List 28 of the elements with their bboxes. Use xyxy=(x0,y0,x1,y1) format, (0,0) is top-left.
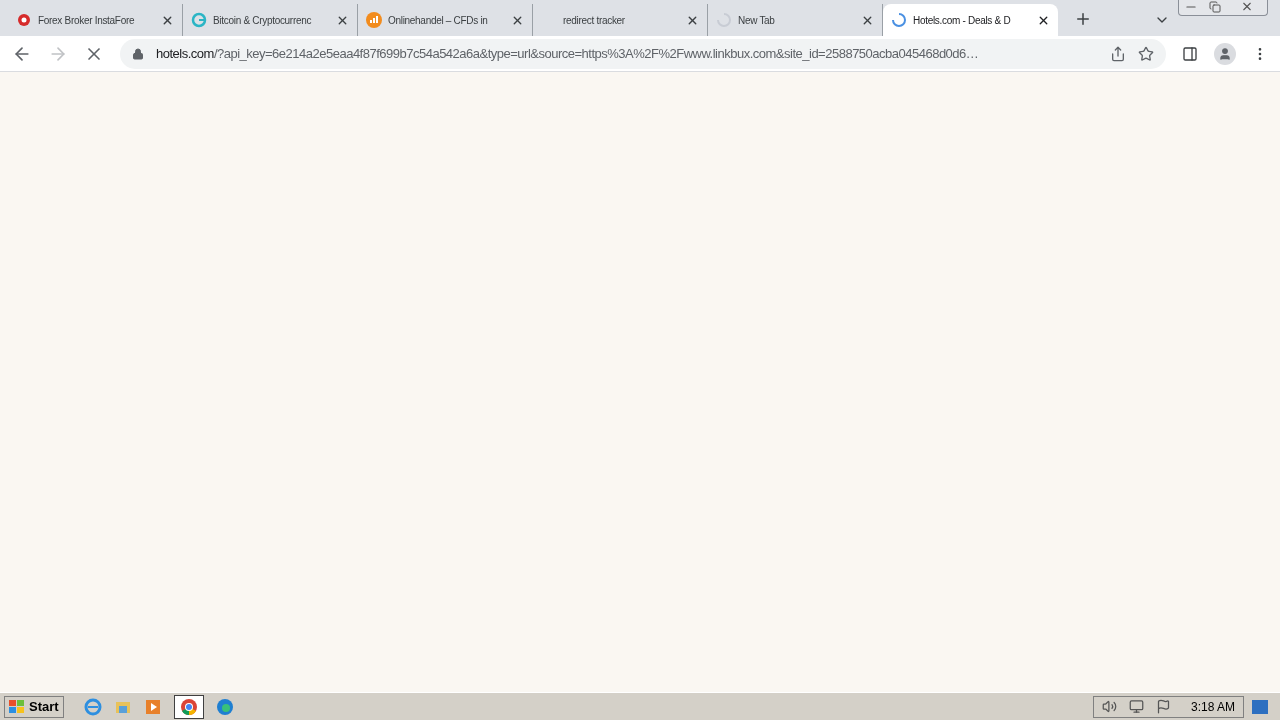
url-text: hotels.com/?api_key=6e214a2e5eaa4f87f699b7c54a542a6a&type=url&source=https%3A%2F%2Fwww.linkbux.com&site_id=2588750acba045468d0d6… xyxy=(156,44,980,63)
tab-title: New Tab xyxy=(738,13,776,28)
spinner-icon xyxy=(891,12,907,28)
media-player-icon[interactable] xyxy=(143,697,162,716)
coin-icon xyxy=(191,12,207,28)
address-bar[interactable]: hotels.com/?api_key=6e214a2e5eaa4f87f699b7c54a542a6a&type=url&source=https%3A%2F%2Fwww.linkbux.com&site_id=2588750acba045468d0d6… xyxy=(120,38,1166,69)
side-panel-icon[interactable] xyxy=(1182,45,1198,62)
new-tab-icon[interactable] xyxy=(1074,10,1092,28)
clock-time: 3:18 AM xyxy=(1190,698,1235,716)
profile-avatar[interactable] xyxy=(1214,42,1236,65)
browser-tab[interactable]: Hotels.com - Deals & D xyxy=(883,4,1058,36)
tab-title: Forex Broker InstaFore xyxy=(38,13,136,28)
start-button[interactable]: Start xyxy=(4,695,64,718)
tab-title: Hotels.com - Deals & D xyxy=(913,13,1012,28)
flag-icon[interactable] xyxy=(1155,699,1171,714)
tab-title: Bitcoin & Cryptocurrenc xyxy=(213,13,313,28)
bookmark-star-icon[interactable] xyxy=(1138,45,1154,62)
tab-title: Onlinehandel – CFDs in xyxy=(388,13,489,28)
tab-title: redirect tracker xyxy=(563,13,626,28)
volume-icon[interactable] xyxy=(1101,699,1117,714)
chart-icon xyxy=(366,12,382,28)
chrome-taskbar-button[interactable] xyxy=(173,694,204,719)
lock-icon xyxy=(132,47,144,60)
windows-logo xyxy=(9,699,25,714)
network-icon[interactable] xyxy=(1128,699,1144,714)
show-desktop-button[interactable] xyxy=(1252,699,1268,714)
chrome-icon xyxy=(179,697,198,716)
share-icon[interactable] xyxy=(1110,45,1126,62)
